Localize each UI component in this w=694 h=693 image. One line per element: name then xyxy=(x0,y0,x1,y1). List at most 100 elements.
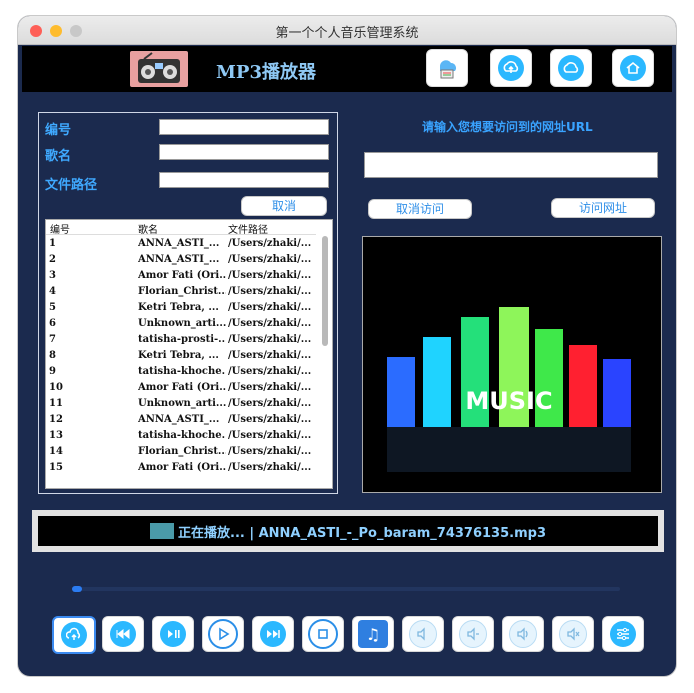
now-playing-text: 正在播放... | ANNA_ASTI_-_Po_baram_74376135.… xyxy=(178,525,546,541)
volume-up-button[interactable] xyxy=(502,616,544,652)
row-path-cell: /Users/zhaki/... xyxy=(228,382,312,393)
row-path-cell: /Users/zhaki/... xyxy=(228,238,312,249)
row-name-cell: Florian_Christ... xyxy=(138,446,226,457)
table-header: 编号 歌名 文件路径 xyxy=(46,220,316,236)
row-path-cell: /Users/zhaki/... xyxy=(228,350,312,361)
volume-button[interactable] xyxy=(402,616,444,652)
row-name-cell: Amor Fati (Ori... xyxy=(138,462,226,473)
row-name-cell: Ketri Tebra, ... xyxy=(138,350,219,361)
row-path-cell: /Users/zhaki/... xyxy=(228,334,312,345)
stop-button[interactable] xyxy=(302,616,344,652)
visit-url-button[interactable]: 访问网址 xyxy=(551,198,655,218)
row-id-cell: 15 xyxy=(49,462,63,473)
progress-knob[interactable] xyxy=(72,586,82,592)
url-prompt-label: 请输入您想要访问到的网址URL xyxy=(422,120,593,134)
song-table: 编号 歌名 文件路径 1 ANNA_ASTI_... /Users/zhaki/..… xyxy=(45,219,333,489)
table-row[interactable]: 7 tatisha-prosti-.../Users/zhaki/... xyxy=(46,332,316,348)
table-row[interactable]: 6 Unknown_arti.../Users/zhaki/... xyxy=(46,316,316,332)
volume-down-icon xyxy=(459,620,487,648)
table-row[interactable]: 8 Ketri Tebra, ... /Users/zhaki/... xyxy=(46,348,316,364)
table-row[interactable]: 14 Florian_Christ.../Users/zhaki/... xyxy=(46,444,316,460)
path-label: 文件路径 xyxy=(45,178,98,193)
music-library-button[interactable]: ♫ xyxy=(352,616,394,652)
row-path-cell: /Users/zhaki/... xyxy=(228,398,312,409)
radio-logo-icon xyxy=(130,51,188,87)
table-row[interactable]: 15 Amor Fati (Ori.../Users/zhaki/... xyxy=(46,460,316,476)
fast-forward-icon xyxy=(260,621,286,647)
cloud-upload-button[interactable] xyxy=(490,49,532,87)
stop-icon xyxy=(308,619,338,649)
fast-forward-button[interactable] xyxy=(252,616,294,652)
table-row[interactable]: 13 tatisha-khoche.../Users/zhaki/... xyxy=(46,428,316,444)
home-icon xyxy=(620,55,646,81)
play-pause-button[interactable] xyxy=(152,616,194,652)
row-id-cell: 11 xyxy=(49,398,63,409)
row-id-cell: 13 xyxy=(49,430,63,441)
id-label: 编号 xyxy=(45,123,72,138)
song-form-panel: 编号 歌名 文件路径 取消 编号 歌名 文件路径 1 ANNA_ASTI_... /… xyxy=(38,112,338,494)
column-header-id[interactable]: 编号 xyxy=(50,221,70,236)
url-input[interactable] xyxy=(364,152,658,178)
id-input[interactable] xyxy=(159,119,329,135)
cloud-button[interactable] xyxy=(550,49,592,87)
row-id-cell: 9 xyxy=(49,366,56,377)
table-row[interactable]: 4 Florian_Christ.../Users/zhaki/... xyxy=(46,284,316,300)
cloud-device-icon xyxy=(439,60,456,79)
album-thumbnail-icon xyxy=(150,523,174,539)
row-name-cell: ANNA_ASTI_... xyxy=(138,238,220,249)
row-id-cell: 6 xyxy=(49,318,56,329)
row-name-cell: ANNA_ASTI_... xyxy=(138,414,220,425)
progress-slider[interactable] xyxy=(72,586,620,592)
row-path-cell: /Users/zhaki/... xyxy=(228,270,312,281)
volume-up-icon xyxy=(509,620,537,648)
row-name-cell: Florian_Christ... xyxy=(138,286,226,297)
cancel-visit-button[interactable]: 取消访问 xyxy=(368,199,472,219)
row-path-cell: /Users/zhaki/... xyxy=(228,302,312,313)
path-input[interactable] xyxy=(159,172,329,188)
now-playing-bar: 正在播放... | ANNA_ASTI_-_Po_baram_74376135.… xyxy=(32,510,664,552)
table-row[interactable]: 10 Amor Fati (Ori.../Users/zhaki/... xyxy=(46,380,316,396)
column-header-path[interactable]: 文件路径 xyxy=(228,221,268,236)
row-path-cell: /Users/zhaki/... xyxy=(228,462,312,473)
table-row[interactable]: 12 ANNA_ASTI_... /Users/zhaki/... xyxy=(46,412,316,428)
row-id-cell: 7 xyxy=(49,334,56,345)
table-row[interactable]: 1 ANNA_ASTI_... /Users/zhaki/... xyxy=(46,236,316,252)
mute-icon xyxy=(559,620,587,648)
title-bar: 第一个个人音乐管理系统 xyxy=(18,16,676,45)
row-path-cell: /Users/zhaki/... xyxy=(228,366,312,377)
cloud-icon xyxy=(558,55,584,81)
column-header-name[interactable]: 歌名 xyxy=(138,221,158,236)
row-id-cell: 4 xyxy=(49,286,56,297)
row-name-cell: Amor Fati (Ori... xyxy=(138,382,226,393)
row-path-cell: /Users/zhaki/... xyxy=(228,446,312,457)
volume-down-button[interactable] xyxy=(452,616,494,652)
music-note-icon: ♫ xyxy=(358,620,388,648)
name-input[interactable] xyxy=(159,144,329,160)
name-label: 歌名 xyxy=(45,149,72,164)
row-name-cell: ANNA_ASTI_... xyxy=(138,254,220,265)
row-id-cell: 14 xyxy=(49,446,63,457)
row-id-cell: 3 xyxy=(49,270,56,281)
table-row[interactable]: 9 tatisha-khoche.../Users/zhaki/... xyxy=(46,364,316,380)
table-row[interactable]: 11 Unknown_arti.../Users/zhaki/... xyxy=(46,396,316,412)
home-button[interactable] xyxy=(612,49,654,87)
play-button[interactable] xyxy=(202,616,244,652)
play-pause-icon xyxy=(160,621,186,647)
table-row[interactable]: 3 Amor Fati (Ori.../Users/zhaki/... xyxy=(46,268,316,284)
app-window: 第一个个人音乐管理系统 MP3播放器 编号 歌名 文件路径 取消 编号 歌名 文… xyxy=(18,16,676,676)
mute-button[interactable] xyxy=(552,616,594,652)
table-scrollbar[interactable] xyxy=(322,236,328,346)
row-name-cell: tatisha-khoche... xyxy=(138,366,226,377)
row-id-cell: 10 xyxy=(49,382,63,393)
row-id-cell: 12 xyxy=(49,414,63,425)
play-icon xyxy=(208,619,238,649)
cloud-device-button[interactable] xyxy=(426,49,468,87)
row-id-cell: 8 xyxy=(49,350,56,361)
equalizer-button[interactable] xyxy=(602,616,644,652)
upload-button[interactable] xyxy=(52,616,96,654)
row-id-cell: 1 xyxy=(49,238,56,249)
cancel-button[interactable]: 取消 xyxy=(241,196,327,216)
rewind-button[interactable] xyxy=(102,616,144,652)
table-row[interactable]: 5 Ketri Tebra, ... /Users/zhaki/... xyxy=(46,300,316,316)
table-row[interactable]: 2 ANNA_ASTI_... /Users/zhaki/... xyxy=(46,252,316,268)
